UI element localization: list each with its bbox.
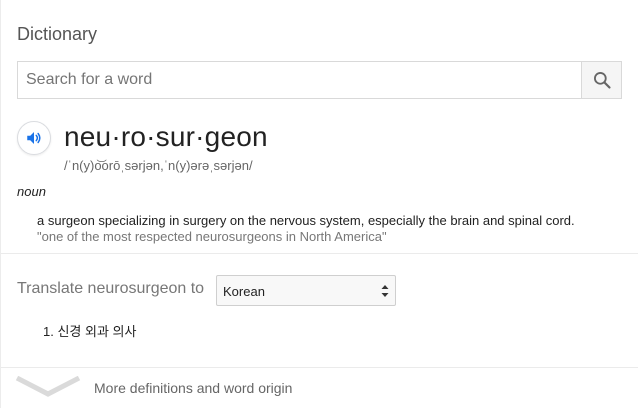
select-arrows-icon — [381, 285, 389, 297]
search-box — [17, 61, 622, 99]
dictionary-card: Dictionary neu·ro·sur·geon /ˈn(y)o͝orōˌs… — [0, 0, 638, 408]
more-definitions-label: More definitions and word origin — [94, 380, 293, 396]
usage-example: "one of the most respected neurosurgeons… — [37, 229, 387, 244]
search-icon — [593, 72, 611, 89]
headword: neu·ro·sur·geon — [64, 121, 268, 152]
pronunciation-audio-button[interactable] — [17, 121, 51, 155]
more-definitions-link[interactable]: More definitions and word origin — [1, 368, 638, 408]
divider — [1, 253, 638, 254]
pronunciation: /ˈn(y)o͝orōˌsərjən,ˈn(y)ərəˌsərjən/ — [64, 158, 253, 173]
translate-label: Translate neurosurgeon to — [17, 280, 205, 297]
selected-language: Korean — [223, 284, 265, 299]
translation-result: 1. 신경 외과 의사 — [43, 324, 137, 339]
speaker-icon — [27, 132, 41, 144]
chevron-down-icon — [15, 376, 81, 397]
part-of-speech: noun — [17, 184, 46, 199]
panel-title: Dictionary — [17, 24, 98, 44]
definition: a surgeon specializing in surgery on the… — [37, 213, 575, 228]
language-select[interactable]: Korean — [216, 275, 396, 306]
search-button[interactable] — [581, 62, 621, 98]
search-input[interactable] — [18, 62, 581, 98]
